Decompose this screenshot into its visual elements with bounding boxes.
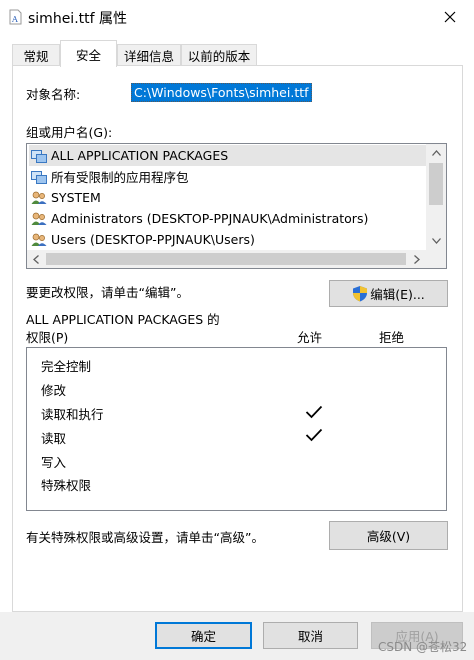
user-row[interactable]: Users (DESKTOP-PPJNAUK\Users) xyxy=(29,229,427,250)
users-group-icon xyxy=(31,191,47,204)
close-icon xyxy=(444,11,456,23)
allow-column-header: 允许 xyxy=(297,330,323,345)
permission-name: 特殊权限 xyxy=(41,478,92,493)
permission-name: 完全控制 xyxy=(41,359,92,374)
permission-name: 读取和执行 xyxy=(41,407,104,422)
permission-name: 读取 xyxy=(41,431,67,446)
edit-button[interactable]: 编辑(E)... xyxy=(329,280,448,307)
users-group-icon xyxy=(31,212,47,225)
edit-button-label: 编辑(E)... xyxy=(370,287,425,302)
tab-strip: 常规 安全 详细信息 以前的版本 xyxy=(0,34,474,67)
font-file-icon: A xyxy=(9,9,22,25)
users-group-icon xyxy=(31,233,47,246)
scroll-up-button[interactable] xyxy=(426,144,446,161)
checkmark-icon xyxy=(305,428,323,442)
ok-button[interactable]: 确定 xyxy=(155,622,252,649)
svg-text:A: A xyxy=(11,15,18,24)
chevron-down-icon xyxy=(431,237,441,244)
user-name: ALL APPLICATION PACKAGES xyxy=(51,148,229,163)
advanced-hint: 有关特殊权限或高级设置，请单击“高级”。 xyxy=(26,530,264,545)
close-button[interactable] xyxy=(436,4,464,30)
user-row[interactable]: 所有受限制的应用程序包 xyxy=(29,166,427,187)
shield-icon xyxy=(353,286,368,302)
scroll-right-button[interactable] xyxy=(408,250,426,268)
user-name: Administrators (DESKTOP-PPJNAUK\Administ… xyxy=(51,211,369,226)
window-title: simhei.ttf 属性 xyxy=(28,11,128,27)
chevron-right-icon xyxy=(414,254,420,264)
tab-previous-versions[interactable]: 以前的版本 xyxy=(181,44,257,66)
tab-details[interactable]: 详细信息 xyxy=(117,44,181,66)
user-row[interactable]: SYSTEM xyxy=(29,187,427,208)
app-packages-icon xyxy=(31,149,47,163)
groups-label: 组或用户名(G): xyxy=(26,125,113,140)
advanced-button[interactable]: 高级(V) xyxy=(329,521,448,550)
horizontal-scroll-thumb[interactable] xyxy=(46,253,406,265)
permissions-label: 权限(P) xyxy=(26,330,69,345)
user-row[interactable]: Administrators (DESKTOP-PPJNAUK\Administ… xyxy=(29,208,427,229)
object-name-label: 对象名称: xyxy=(26,87,81,102)
user-name: 所有受限制的应用程序包 xyxy=(51,170,189,185)
cancel-button[interactable]: 取消 xyxy=(263,622,358,649)
tab-general[interactable]: 常规 xyxy=(12,44,60,66)
scrollbar-corner xyxy=(426,250,446,268)
object-name-value[interactable]: C:\Windows\Fonts\simhei.ttf xyxy=(131,83,312,102)
scroll-left-button[interactable] xyxy=(27,250,45,268)
chevron-left-icon xyxy=(33,254,39,264)
tab-security[interactable]: 安全 xyxy=(60,40,117,67)
vertical-scroll-thumb[interactable] xyxy=(429,163,443,205)
permission-name: 写入 xyxy=(41,455,67,470)
permissions-list: 完全控制 修改 读取和执行 读取 写入 特殊权限 xyxy=(26,347,447,511)
scroll-down-button[interactable] xyxy=(426,232,446,249)
watermark: CSDN @苍松32 xyxy=(378,640,468,654)
user-name: SYSTEM xyxy=(51,190,101,205)
change-permissions-hint: 要更改权限，请单击“编辑”。 xyxy=(26,285,189,300)
app-packages-icon xyxy=(31,170,47,184)
user-name: Users (DESKTOP-PPJNAUK\Users) xyxy=(51,232,255,247)
chevron-up-icon xyxy=(431,149,441,156)
permissions-for-label: ALL APPLICATION PACKAGES 的 xyxy=(26,312,220,327)
permission-name: 修改 xyxy=(41,383,67,398)
user-row[interactable]: ALL APPLICATION PACKAGES xyxy=(29,145,427,166)
deny-column-header: 拒绝 xyxy=(379,330,405,345)
checkmark-icon xyxy=(305,405,323,419)
